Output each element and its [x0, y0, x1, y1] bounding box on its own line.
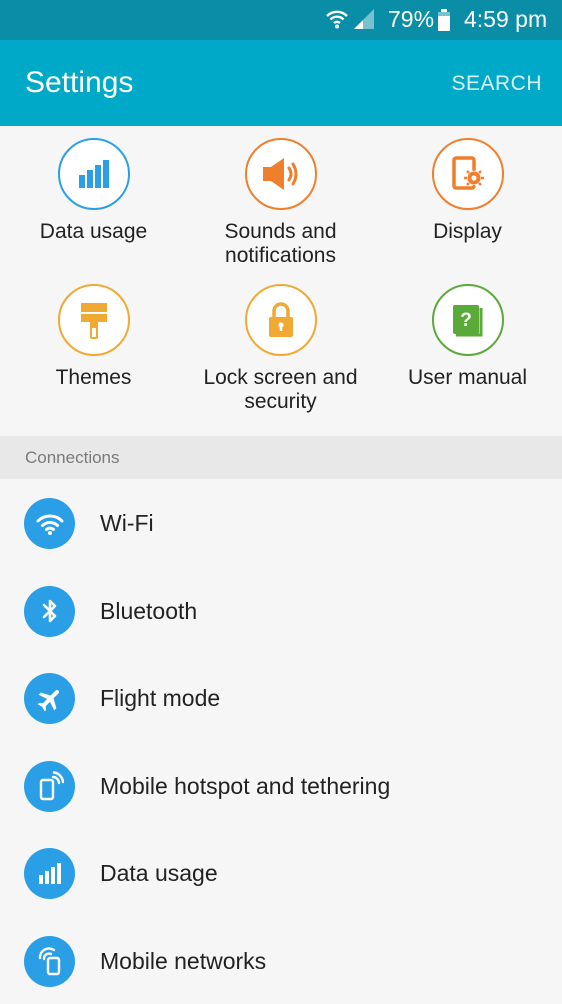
list-item-label: Data usage — [100, 860, 218, 887]
list-item-mobile-hotspot[interactable]: Mobile hotspot and tethering — [0, 742, 562, 830]
quick-tile-display[interactable]: Display — [374, 138, 561, 244]
clock: 4:59 pm — [464, 6, 547, 33]
wifi-status-icon — [325, 8, 349, 35]
quick-tile-sounds-notifications[interactable]: Sounds and notifications — [187, 138, 374, 268]
list-item-label: Mobile hotspot and tethering — [100, 773, 390, 800]
svg-text:?: ? — [460, 310, 472, 331]
mobile-networks-icon — [24, 936, 75, 987]
connections-section-header: Connections — [0, 436, 562, 479]
search-button[interactable]: SEARCH — [451, 72, 542, 96]
bar-chart-icon — [24, 848, 75, 899]
list-item-wifi[interactable]: Wi-Fi — [0, 479, 562, 567]
list-item-bluetooth[interactable]: Bluetooth — [0, 567, 562, 655]
quick-tile-label: Display — [374, 220, 561, 244]
paintbrush-icon — [58, 284, 130, 356]
battery-percent: 79% — [388, 6, 434, 33]
quick-tile-label: Sounds and notifications — [187, 220, 374, 268]
quick-tile-label: Lock screen and security — [187, 366, 374, 414]
list-item-label: Wi-Fi — [100, 510, 154, 537]
speaker-icon — [245, 138, 317, 210]
connections-list: Wi-Fi Bluetooth Flight mode Mo — [0, 479, 562, 1004]
quick-tile-label: User manual — [374, 366, 561, 390]
list-item-label: Flight mode — [100, 685, 220, 712]
quick-settings-grid: Data usage Sounds and notifications — [0, 126, 562, 436]
airplane-icon — [24, 673, 75, 724]
list-item-label: Bluetooth — [100, 598, 197, 625]
display-gear-icon — [432, 138, 504, 210]
list-item-mobile-networks[interactable]: Mobile networks — [0, 917, 562, 1004]
bar-chart-icon — [58, 138, 130, 210]
hotspot-icon — [24, 761, 75, 812]
page-title: Settings — [25, 66, 133, 100]
quick-tile-label: Themes — [0, 366, 187, 390]
list-item-label: Mobile networks — [100, 948, 266, 975]
padlock-icon — [245, 284, 317, 356]
quick-tile-label: Data usage — [0, 220, 187, 244]
app-bar: Settings SEARCH — [0, 40, 562, 126]
cell-signal-icon — [352, 9, 376, 34]
bluetooth-icon — [24, 586, 75, 637]
quick-tile-data-usage[interactable]: Data usage — [0, 138, 187, 244]
help-book-icon: ? — [432, 284, 504, 356]
status-bar: 79% 4:59 pm — [0, 0, 562, 40]
section-title: Connections — [25, 448, 120, 468]
quick-tile-themes[interactable]: Themes — [0, 284, 187, 390]
battery-icon — [437, 9, 451, 36]
quick-tile-user-manual[interactable]: ? User manual — [374, 284, 561, 390]
wifi-icon — [24, 498, 75, 549]
list-item-flight-mode[interactable]: Flight mode — [0, 654, 562, 742]
quick-tile-lock-screen-security[interactable]: Lock screen and security — [187, 284, 374, 414]
list-item-data-usage[interactable]: Data usage — [0, 829, 562, 917]
